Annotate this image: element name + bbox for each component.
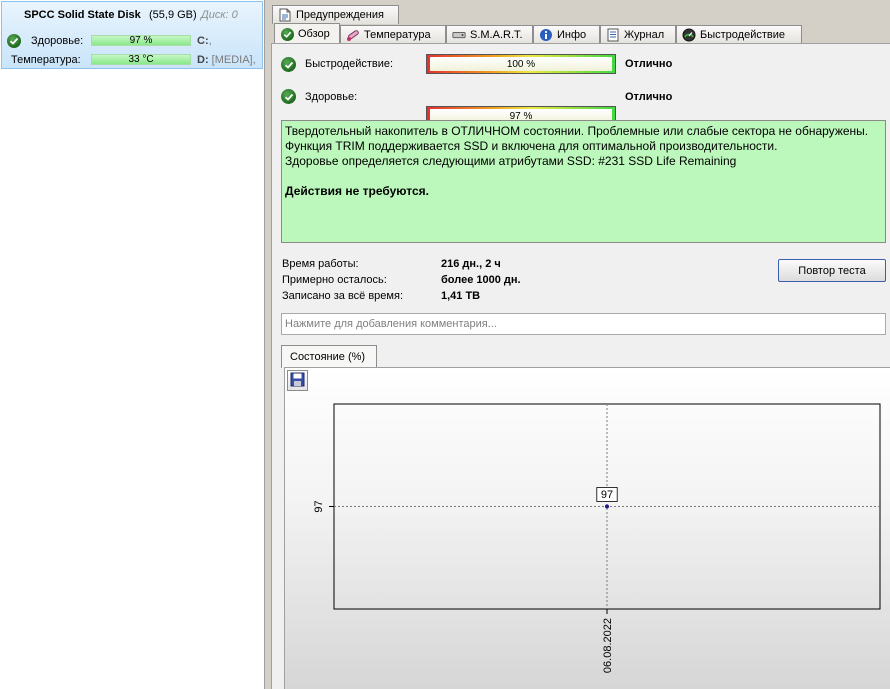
gauge-icon [682,28,696,42]
info-icon [539,28,553,42]
temperature-minibar-value: 33 °C [128,54,154,65]
disk-card-selected[interactable]: SPCC Solid State Disk (55,9 GB) Диск: 0 … [1,1,263,69]
temperature-label: Температура: [11,54,81,66]
drive-d-rest: [MEDIA], [208,54,256,66]
summary-box: Твердотельный накопитель в ОТЛИЧНОМ сост… [281,120,886,243]
tab-performance[interactable]: Быстродействие [676,25,802,44]
tab-journal-label: Журнал [624,28,665,41]
health-ok-icon [7,34,21,48]
tab-overview[interactable]: Обзор [274,23,340,44]
health-status: Отлично [625,91,673,103]
performance-label: Быстродействие: [305,58,394,70]
hdd-icon [452,28,466,42]
health-overview-ok-icon [281,89,296,104]
drive-d-label[interactable]: D: [MEDIA], [197,54,256,66]
check-circle-icon [280,27,294,41]
y-tick-label: 97 [313,500,325,512]
summary-action: Действия не требуются. [285,184,429,198]
tab-info-label: Инфо [557,28,587,41]
tab-chart-state-label: Состояние (%) [290,350,366,363]
tab-performance-label: Быстродействие [700,28,785,41]
disk-size: (55,9 GB) [149,9,197,21]
tab-journal[interactable]: Журнал [600,25,676,44]
remaining-value: более 1000 дн. [441,274,521,286]
data-label: 97 [601,489,613,501]
x-tick-label: 06.08.2022 [602,618,614,673]
disk-title: SPCC Solid State Disk [24,9,141,21]
tab-temperature-label: Температура [364,28,431,41]
tab-chart-state[interactable]: Состояние (%) [281,345,377,368]
tab-smart-label: S.M.A.R.T. [470,28,523,41]
comment-input[interactable] [281,313,886,335]
written-label: Записано за всё время: [282,290,403,302]
tab-temperature[interactable]: Температура [340,25,446,44]
drive-c-letter: C: [197,35,209,47]
summary-line-1: Твердотельный накопитель в ОТЛИЧНОМ сост… [285,124,869,138]
written-value: 1,41 TB [441,290,481,302]
performance-bar-value: 100 % [506,58,536,70]
health-label: Здоровье: [31,35,84,47]
performance-ok-icon [281,57,296,72]
health-overview-label: Здоровье: [305,91,358,103]
summary-line-3: Здоровье определяется следующими атрибут… [285,154,737,168]
tab-warnings[interactable]: Предупреждения [272,5,399,24]
document-icon [278,8,292,22]
drive-c-label[interactable]: C:, [197,35,212,47]
performance-bar: 100 % [426,54,616,74]
remaining-label: Примерно осталось: [282,274,387,286]
tab-overview-label: Обзор [298,27,330,40]
health-minibar-value: 97 % [129,35,153,46]
uptime-label: Время работы: [282,258,359,270]
thermometer-icon [346,28,360,42]
tab-warnings-label: Предупреждения [296,8,384,21]
summary-line-2: Функция TRIM поддерживается SSD и включе… [285,139,778,153]
journal-icon [606,28,620,42]
performance-status: Отлично [625,58,673,70]
data-point [605,504,609,509]
tab-smart[interactable]: S.M.A.R.T. [446,25,533,44]
temperature-minibar: 33 °C [91,54,191,65]
drive-d-letter: D: [197,54,209,66]
disk-number: Диск: 0 [201,9,238,21]
disk-list-panel [0,0,265,689]
health-history-chart: 97 06.08.2022 97 [313,403,881,673]
drive-c-rest: , [208,35,212,47]
tab-info[interactable]: Инфо [533,25,600,44]
retest-button[interactable]: Повтор теста [778,259,886,282]
health-minibar: 97 % [91,35,191,46]
uptime-value: 216 дн., 2 ч [441,258,501,270]
